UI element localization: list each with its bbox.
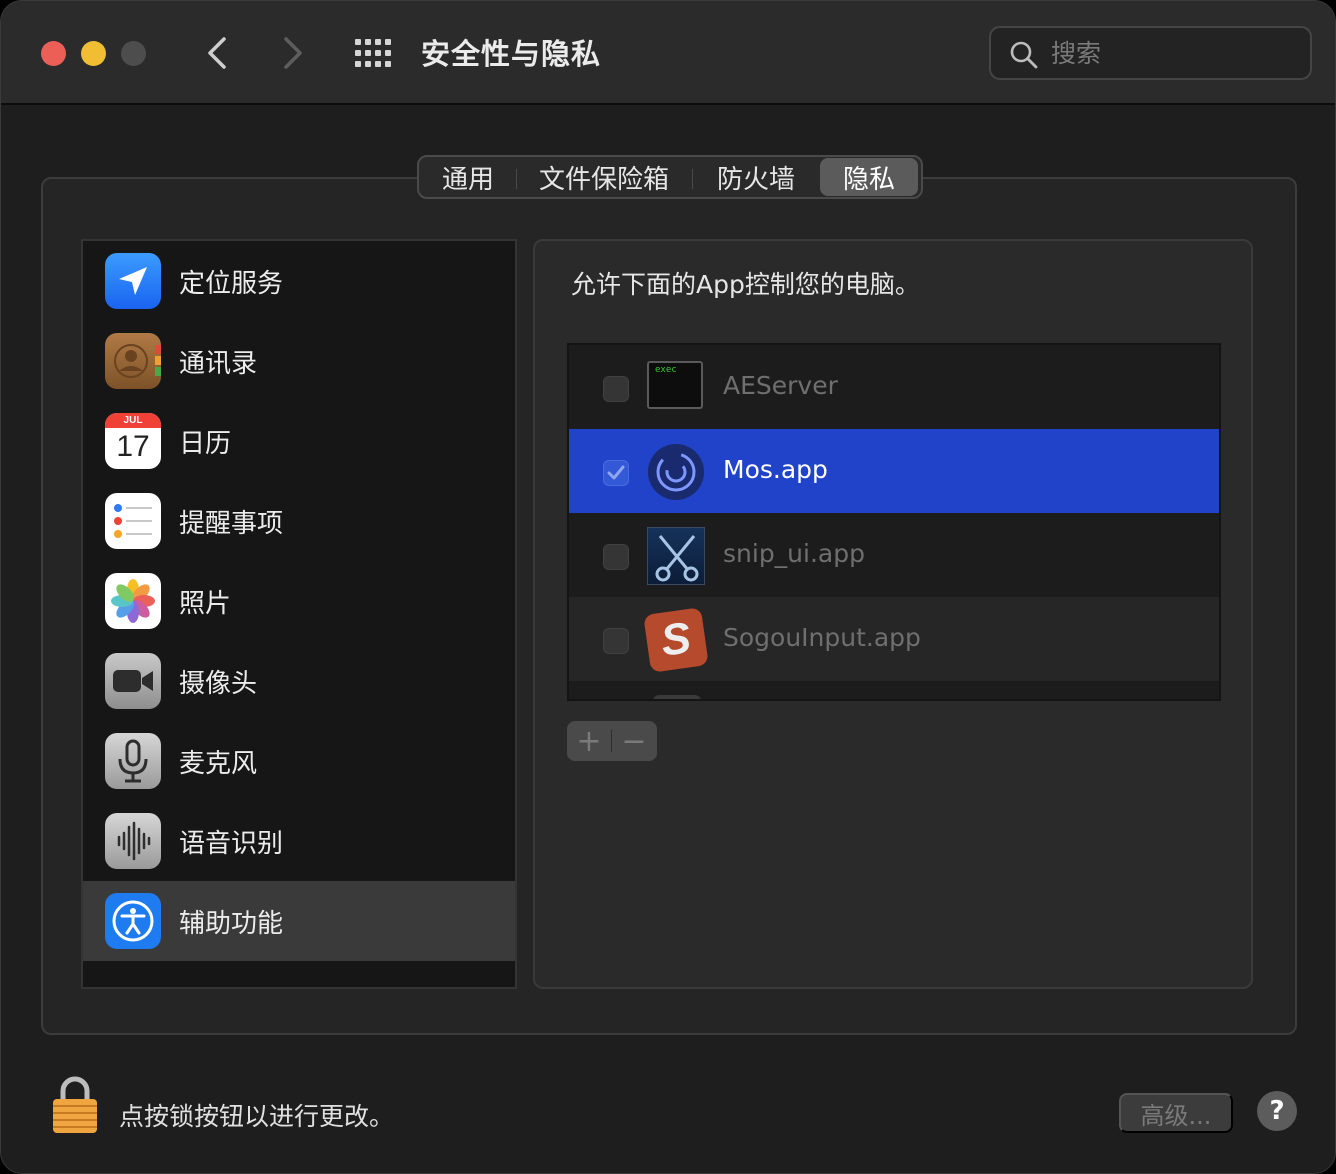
sidebar-item-accessibility[interactable]: 辅助功能 — [83, 881, 515, 961]
app-row-snip[interactable]: snip_ui.app — [569, 513, 1219, 597]
location-arrow-icon — [105, 253, 161, 309]
system-preferences-window: 安全性与隐私 通用 文件保险箱 防火墙 隐私 定位服务 — [0, 0, 1336, 1174]
tab-filevault[interactable]: 文件保险箱 — [516, 158, 692, 196]
sidebar-item-label: 辅助功能 — [179, 909, 284, 939]
sidebar-item-label: 照片 — [179, 589, 232, 619]
calendar-month: JUL — [105, 413, 161, 428]
sidebar-item-label: 摄像头 — [179, 669, 258, 699]
back-button[interactable] — [197, 29, 237, 77]
sidebar-item-calendar[interactable]: JUL 17 日历 — [83, 401, 515, 481]
zoom-window-button[interactable] — [121, 41, 146, 66]
scissors-icon — [647, 527, 705, 585]
tab-general[interactable]: 通用 — [420, 158, 516, 196]
app-name: snip_ui.app — [723, 539, 865, 568]
tab-bar: 通用 文件保险箱 防火墙 隐私 — [417, 155, 923, 199]
advanced-button[interactable]: 高级... — [1119, 1093, 1233, 1133]
sidebar-item-partial[interactable] — [83, 961, 515, 987]
sidebar-item-reminders[interactable]: 提醒事项 — [83, 481, 515, 561]
app-name: AEServer — [723, 371, 838, 400]
reminders-icon — [105, 493, 161, 549]
forward-button[interactable] — [273, 29, 313, 77]
calendar-icon: JUL 17 — [105, 413, 161, 469]
permission-prompt: 允许下面的App控制您的电脑。 — [571, 270, 920, 299]
sidebar-item-location-services[interactable]: 定位服务 — [83, 241, 515, 321]
sidebar-item-label: 提醒事项 — [179, 509, 284, 539]
show-all-grid-button[interactable] — [351, 35, 393, 71]
app-permission-pane: 允许下面的App控制您的电脑。 exec AEServer Mos.app sn… — [533, 239, 1253, 989]
accessibility-icon — [105, 893, 161, 949]
privacy-category-list: 定位服务 通讯录 JUL 17 日历 提醒事项 照片 摄像头 麦克风 语音识别 … — [81, 239, 517, 989]
chevron-left-icon — [208, 37, 226, 69]
app-checkbox[interactable] — [603, 460, 629, 486]
app-checkbox[interactable] — [603, 544, 629, 570]
add-remove-control: + − — [567, 721, 657, 761]
speech-recognition-icon — [105, 813, 161, 869]
exec-terminal-icon: exec — [647, 361, 703, 409]
app-row-aeserver[interactable]: exec AEServer — [569, 345, 1219, 429]
photos-icon — [105, 573, 161, 629]
exec-label: exec — [655, 365, 677, 375]
contacts-icon — [105, 333, 161, 389]
app-name: Mos.app — [723, 455, 828, 484]
search-input[interactable] — [1051, 37, 1291, 69]
tab-privacy[interactable]: 隐私 — [820, 158, 918, 196]
remove-app-button[interactable]: − — [612, 721, 656, 761]
sidebar-item-label: 定位服务 — [179, 269, 284, 299]
title-bar: 安全性与隐私 — [1, 1, 1335, 105]
help-button[interactable]: ? — [1257, 1091, 1297, 1131]
search-icon — [1010, 41, 1038, 69]
sidebar-item-label: 麦克风 — [179, 749, 258, 779]
microphone-icon — [105, 733, 161, 789]
minimize-window-button[interactable] — [81, 41, 106, 66]
lock-icon[interactable] — [51, 1075, 99, 1135]
chevron-right-icon — [284, 37, 302, 69]
checkmark-icon — [607, 465, 625, 480]
app-name: SogouInput.app — [723, 623, 921, 652]
sogou-icon: S — [643, 607, 709, 673]
app-checkbox[interactable] — [603, 376, 629, 402]
close-window-button[interactable] — [41, 41, 66, 66]
sidebar-item-label: 语音识别 — [179, 829, 284, 859]
search-field[interactable] — [989, 26, 1312, 80]
sidebar-item-camera[interactable]: 摄像头 — [83, 641, 515, 721]
sidebar-item-photos[interactable]: 照片 — [83, 561, 515, 641]
sogou-letter: S — [657, 613, 694, 666]
app-icon-partial — [653, 695, 701, 699]
sidebar-item-microphone[interactable]: 麦克风 — [83, 721, 515, 801]
lock-instruction-text: 点按锁按钮以进行更改。 — [119, 1102, 395, 1131]
app-checkbox[interactable] — [603, 628, 629, 654]
app-list[interactable]: exec AEServer Mos.app snip_ui.app S Sogo… — [567, 343, 1221, 701]
camera-icon — [105, 653, 161, 709]
calendar-day: 17 — [116, 430, 150, 463]
app-row-sogou[interactable]: S SogouInput.app — [569, 597, 1219, 681]
sidebar-item-label: 通讯录 — [179, 349, 258, 379]
mos-app-icon — [647, 443, 705, 501]
sidebar-item-label: 日历 — [179, 429, 232, 459]
tab-firewall[interactable]: 防火墙 — [692, 158, 820, 196]
app-row-partial[interactable] — [569, 681, 1219, 699]
app-row-mos[interactable]: Mos.app — [569, 429, 1219, 513]
sidebar-item-speech-recognition[interactable]: 语音识别 — [83, 801, 515, 881]
add-app-button[interactable]: + — [567, 721, 611, 761]
window-title: 安全性与隐私 — [421, 37, 602, 71]
sidebar-item-contacts[interactable]: 通讯录 — [83, 321, 515, 401]
